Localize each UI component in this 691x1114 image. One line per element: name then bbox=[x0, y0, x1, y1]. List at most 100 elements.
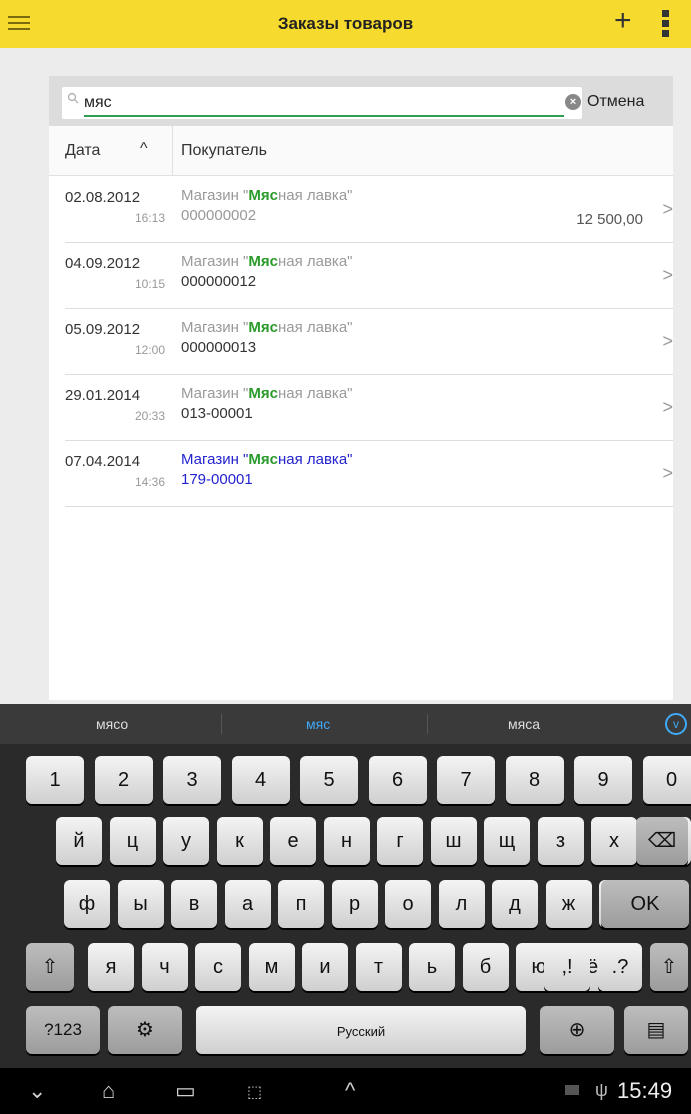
more-vert-icon[interactable] bbox=[662, 10, 670, 38]
key-letter[interactable]: в bbox=[171, 880, 217, 928]
symbols-key[interactable]: ?123 bbox=[26, 1006, 100, 1054]
row-time: 20:33 bbox=[134, 409, 165, 423]
row-time: 14:36 bbox=[134, 475, 165, 489]
key-letter[interactable]: п bbox=[278, 880, 324, 928]
soft-keyboard: мясо мяс мяса v 1234567890йцукенгшщзхъ⌫ф… bbox=[0, 704, 691, 1068]
shift-icon[interactable]: ⇧ bbox=[26, 943, 74, 991]
column-date[interactable]: Дата ^ bbox=[49, 126, 173, 176]
row-buyer: Магазин "Мясная лавка" bbox=[181, 385, 353, 402]
table-row[interactable]: 04.09.2012 10:15 Магазин "Мясная лавка" … bbox=[65, 243, 673, 309]
key-letter[interactable]: х bbox=[591, 817, 637, 865]
key-letter[interactable]: ж bbox=[545, 880, 592, 928]
divider bbox=[427, 714, 428, 734]
key-letter[interactable]: а bbox=[224, 880, 271, 928]
key-digit[interactable]: 7 bbox=[437, 756, 495, 804]
row-number: 013-00001 bbox=[181, 405, 253, 422]
key-letter[interactable]: г bbox=[377, 817, 423, 865]
backspace-icon[interactable]: ⌫ bbox=[636, 817, 688, 865]
row-number: 179-00001 bbox=[181, 471, 253, 488]
table-row[interactable]: 05.09.2012 12:00 Магазин "Мясная лавка" … bbox=[65, 309, 673, 375]
key-digit[interactable]: 6 bbox=[368, 756, 427, 804]
table-row[interactable]: 07.04.2014 14:36 Магазин "Мясная лавка" … bbox=[65, 441, 673, 507]
key-letter[interactable]: р bbox=[331, 880, 378, 928]
key-letter[interactable]: и bbox=[302, 943, 348, 991]
clear-icon[interactable]: × bbox=[565, 94, 581, 110]
suggestion-item[interactable]: мяс bbox=[306, 716, 330, 732]
suggestion-item[interactable]: мяса bbox=[508, 716, 540, 732]
key-letter[interactable]: н bbox=[323, 817, 370, 865]
key-letter[interactable]: т bbox=[355, 943, 402, 991]
search-highlight: Мяс bbox=[248, 385, 278, 402]
chevron-up-icon[interactable]: ^ bbox=[345, 1078, 355, 1104]
globe-icon[interactable]: ⊕ bbox=[540, 1006, 614, 1054]
key-letter[interactable]: о bbox=[385, 880, 431, 928]
key-letter[interactable]: д bbox=[492, 880, 538, 928]
screenshot-icon[interactable]: ⬚ bbox=[247, 1082, 262, 1102]
cancel-button[interactable]: Отмена bbox=[587, 93, 644, 111]
key-letter[interactable]: ч bbox=[141, 943, 188, 991]
row-number: 000000002 bbox=[181, 207, 257, 224]
key-letter[interactable]: з bbox=[537, 817, 584, 865]
gear-icon[interactable]: ⚙ bbox=[108, 1006, 182, 1054]
key-letter[interactable]: с bbox=[195, 943, 241, 991]
key-digit[interactable]: 3 bbox=[163, 756, 221, 804]
space-key[interactable]: Русский bbox=[196, 1006, 526, 1054]
key-letter[interactable]: м bbox=[248, 943, 295, 991]
search-icon bbox=[67, 92, 79, 104]
key-digit[interactable]: 1 bbox=[26, 756, 84, 804]
app-bar: Заказы товаров + bbox=[0, 0, 691, 48]
row-number: 000000012 bbox=[181, 273, 257, 290]
row-buyer: Магазин "Мясная лавка" bbox=[181, 253, 353, 270]
keyboard-indicator-icon bbox=[565, 1085, 579, 1095]
divider bbox=[221, 714, 222, 734]
chevron-right-icon: > bbox=[662, 397, 673, 417]
ok-key[interactable]: OK bbox=[601, 880, 689, 928]
row-sum: 12 500,00 bbox=[576, 211, 643, 228]
recent-apps-icon[interactable]: ▭ bbox=[175, 1078, 196, 1104]
status-clock: 15:49 bbox=[617, 1078, 673, 1103]
key-letter[interactable]: ь bbox=[409, 943, 455, 991]
key-letter[interactable]: б bbox=[462, 943, 509, 991]
key-letter[interactable]: у bbox=[163, 817, 209, 865]
key-letter[interactable]: ф bbox=[64, 880, 110, 928]
suggestion-item[interactable]: мясо bbox=[96, 716, 128, 732]
key-letter[interactable]: щ bbox=[484, 817, 530, 865]
add-button[interactable]: + bbox=[614, 6, 632, 36]
column-buyer-label[interactable]: Покупатель bbox=[181, 142, 267, 160]
row-date: 05.09.2012 bbox=[65, 321, 141, 338]
home-icon[interactable]: ⌂ bbox=[102, 1078, 115, 1104]
key-letter[interactable]: ш bbox=[430, 817, 477, 865]
key-digit[interactable]: 0 bbox=[642, 756, 691, 804]
key-letter[interactable]: ц bbox=[109, 817, 156, 865]
chevron-right-icon: > bbox=[662, 199, 673, 219]
key-letter[interactable]: й bbox=[56, 817, 102, 865]
row-date: 04.09.2012 bbox=[65, 255, 141, 272]
key-punct[interactable]: ,! bbox=[544, 943, 590, 991]
key-digit[interactable]: 9 bbox=[574, 756, 632, 804]
search-input[interactable]: мяс × bbox=[62, 87, 582, 119]
table-row[interactable]: 02.08.2012 16:13 Магазин "Мясная лавка" … bbox=[65, 177, 673, 243]
search-highlight: Мяс bbox=[248, 253, 278, 270]
clipboard-icon[interactable]: ▤ bbox=[624, 1006, 688, 1054]
key-letter[interactable]: л bbox=[438, 880, 485, 928]
row-buyer: Магазин "Мясная лавка" bbox=[181, 451, 353, 468]
key-digit[interactable]: 2 bbox=[94, 756, 153, 804]
page-title: Заказы товаров bbox=[277, 14, 414, 33]
shift-icon[interactable]: ⇧ bbox=[650, 943, 688, 991]
key-digit[interactable]: 5 bbox=[300, 756, 358, 804]
table-row[interactable]: 29.01.2014 20:33 Магазин "Мясная лавка" … bbox=[65, 375, 673, 441]
key-letter[interactable]: я bbox=[88, 943, 134, 991]
chevron-down-icon[interactable]: v bbox=[665, 713, 687, 735]
key-letter[interactable]: ы bbox=[117, 880, 164, 928]
key-letter[interactable]: е bbox=[270, 817, 316, 865]
key-punct[interactable]: .? bbox=[598, 943, 642, 991]
key-letter[interactable]: к bbox=[216, 817, 263, 865]
key-digit[interactable]: 4 bbox=[231, 756, 290, 804]
back-icon[interactable]: ⌄ bbox=[28, 1078, 46, 1104]
key-digit[interactable]: 8 bbox=[505, 756, 564, 804]
orders-list-card: мяс × Отмена Дата ^ Покупатель 02.08.201… bbox=[49, 76, 673, 700]
chevron-right-icon: > bbox=[662, 463, 673, 483]
space-label: Русский bbox=[336, 1024, 386, 1039]
search-bar: мяс × Отмена bbox=[49, 76, 673, 126]
search-underline bbox=[84, 115, 564, 117]
